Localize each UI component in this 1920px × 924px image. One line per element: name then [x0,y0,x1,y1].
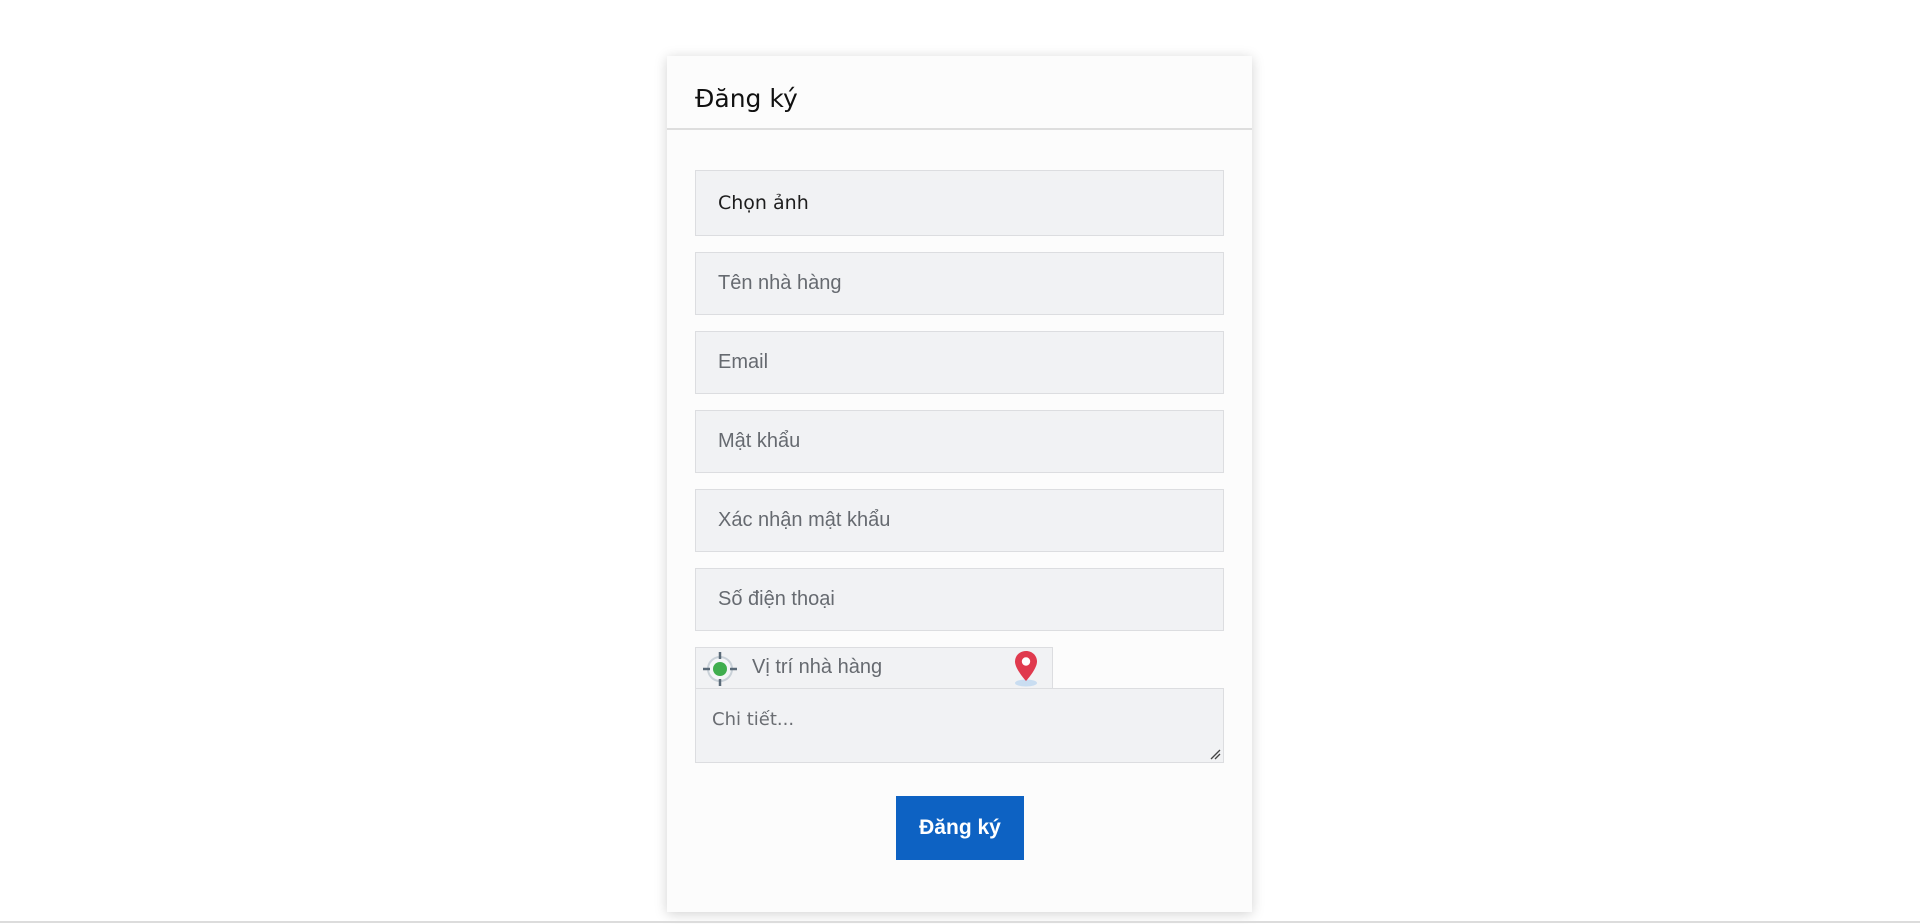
register-card: Đăng ký Chọn ảnh Tên nhà hàng Email Mật … [667,56,1252,912]
restaurant-name-placeholder: Tên nhà hàng [718,272,842,294]
card-header: Đăng ký [667,56,1252,130]
password-input[interactable]: Mật khẩu [695,410,1224,473]
confirm-password-placeholder: Xác nhận mật khẩu [718,509,891,531]
form-title: Đăng ký [695,83,798,113]
page: Đăng ký Chọn ảnh Tên nhà hàng Email Mật … [0,0,1920,924]
location-placeholder: Vị trí nhà hàng [752,656,883,678]
choose-image-label: Chọn ảnh [718,192,809,214]
map-pin-icon[interactable] [1012,649,1040,687]
details-placeholder: Chi tiết... [712,709,795,730]
email-placeholder: Email [718,351,769,373]
resize-handle-icon[interactable] [1209,748,1221,760]
phone-input[interactable]: Số điện thoại [695,568,1224,631]
restaurant-location-input[interactable]: Vị trí nhà hàng [695,647,1053,689]
details-textarea[interactable]: Chi tiết... [695,688,1224,763]
email-input[interactable]: Email [695,331,1224,394]
restaurant-name-input[interactable]: Tên nhà hàng [695,252,1224,315]
bottom-divider [0,921,1920,923]
password-placeholder: Mật khẩu [718,430,801,452]
phone-placeholder: Số điện thoại [718,588,835,610]
confirm-password-input[interactable]: Xác nhận mật khẩu [695,489,1224,552]
choose-image-input[interactable]: Chọn ảnh [695,170,1224,236]
crosshair-target-icon[interactable] [703,652,737,686]
register-submit-button[interactable]: Đăng ký [896,796,1024,860]
